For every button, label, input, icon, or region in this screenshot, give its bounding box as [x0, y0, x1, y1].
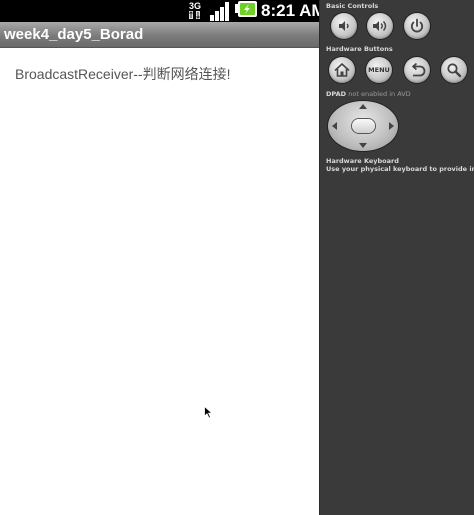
content-text: BroadcastReceiver--判断网络连接!	[15, 66, 231, 82]
search-icon	[447, 63, 462, 78]
battery-charging-icon	[235, 1, 257, 17]
dpad-center-button[interactable]	[352, 119, 375, 133]
volume-up-button[interactable]	[367, 13, 393, 39]
dpad-label: DPAD not enabled in AVD	[326, 90, 411, 98]
app-title-bar: week4_day5_Borad	[0, 22, 319, 48]
hardware-buttons-label: Hardware Buttons	[326, 45, 393, 53]
power-button[interactable]	[404, 13, 430, 39]
basic-controls-label: Basic Controls	[326, 2, 379, 10]
volume-down-button[interactable]	[331, 13, 357, 39]
dpad-status-note: not enabled in AVD	[348, 90, 411, 98]
status-time: 8:21 AM	[261, 1, 319, 20]
home-button[interactable]	[329, 57, 355, 83]
back-button[interactable]	[404, 57, 430, 83]
volume-up-icon	[373, 21, 387, 31]
hardware-keyboard-description: Use your physical keyboard to provide in…	[326, 165, 474, 173]
dpad-control[interactable]	[328, 101, 398, 151]
app-title: week4_day5_Borad	[4, 26, 144, 43]
home-icon	[334, 63, 350, 77]
dpad-label-text: DPAD	[326, 90, 346, 98]
menu-button[interactable]: MENU	[366, 57, 392, 83]
menu-button-label: MENU	[368, 66, 390, 74]
status-bar: 3G 8:21 AM	[0, 0, 319, 22]
mouse-pointer-icon	[204, 406, 213, 419]
back-icon	[412, 62, 426, 77]
search-button[interactable]	[441, 57, 467, 83]
network-type-label: 3G	[189, 1, 201, 11]
volume-down-icon	[339, 21, 349, 31]
signal-strength-icon	[210, 2, 229, 21]
emulator-control-panel: Basic Controls Hardware Buttons MENU DPA…	[319, 0, 474, 515]
hardware-keyboard-label: Hardware Keyboard	[326, 157, 399, 165]
network-3g-icon: 3G	[189, 1, 201, 19]
power-icon	[410, 18, 424, 33]
device-screen: 3G 8:21 AM week4_day5_Borad BroadcastRec…	[0, 0, 319, 515]
